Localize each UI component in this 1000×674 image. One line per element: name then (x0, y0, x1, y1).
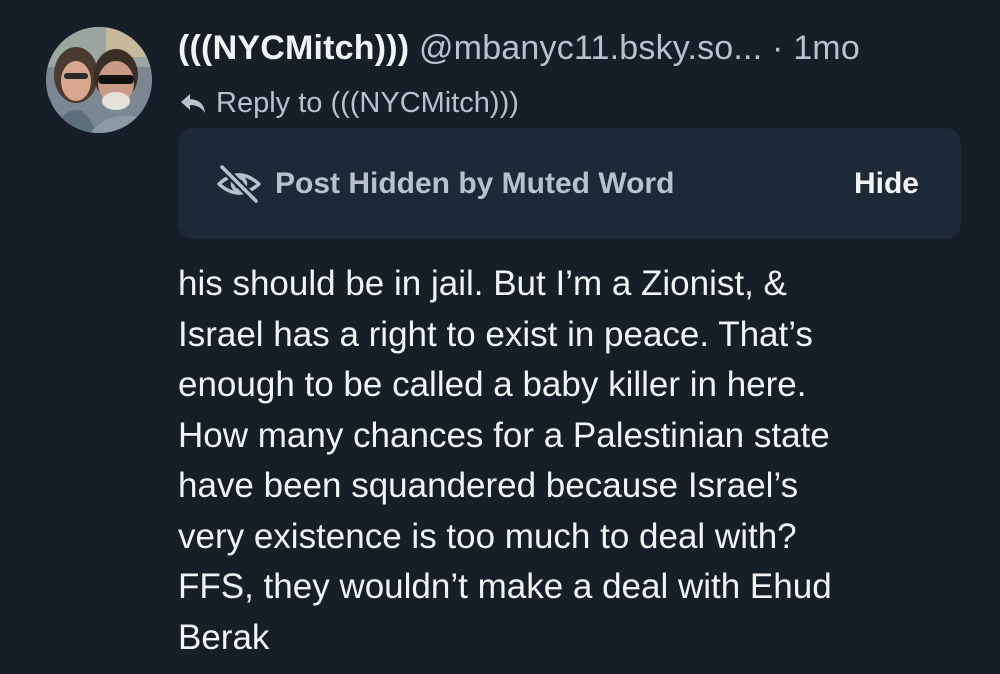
post-text-line: enough to be called a baby killer in her… (178, 365, 807, 404)
post-text-line: very existence is too much to deal with? (178, 516, 797, 556)
post-text-line: Israel has a right to exist in peace. Th… (178, 314, 813, 354)
post-header: (((NYCMitch))) @mbanyc11.bsky.so... · 1m… (178, 22, 978, 74)
muted-notice-label: Post Hidden by Muted Word (275, 167, 675, 200)
post-timestamp[interactable]: 1mo (793, 29, 860, 67)
muted-word-notice: Post Hidden by Muted Word Hide (178, 128, 961, 239)
post-text-line: have been squandered because Israel’s (178, 466, 799, 505)
author-display-name[interactable]: (((NYCMitch))) (178, 29, 409, 67)
author-handle[interactable]: @mbanyc11.bsky.so... (419, 29, 762, 67)
separator-dot: · (772, 29, 784, 67)
post-text-line: FFS, they wouldn’t make a deal with Ehud (178, 567, 832, 606)
post-text: his should be in jail. But I’m a Zionist… (178, 259, 978, 663)
post-text-line: his should be in jail. But I’m a Zionist… (178, 264, 787, 303)
post-text-line: How many chances for a Palestinian state (178, 415, 830, 455)
hide-button[interactable]: Hide (854, 128, 919, 239)
avatar-photo (46, 27, 152, 133)
avatar[interactable] (46, 27, 152, 133)
eye-slash-icon (217, 164, 261, 204)
post-text-line: Berak (178, 617, 270, 657)
reply-to-label: Reply to (((NYCMitch))) (216, 86, 519, 119)
reply-arrow-icon (181, 94, 205, 113)
reply-to-link[interactable]: Reply to (((NYCMitch))) (178, 80, 519, 126)
